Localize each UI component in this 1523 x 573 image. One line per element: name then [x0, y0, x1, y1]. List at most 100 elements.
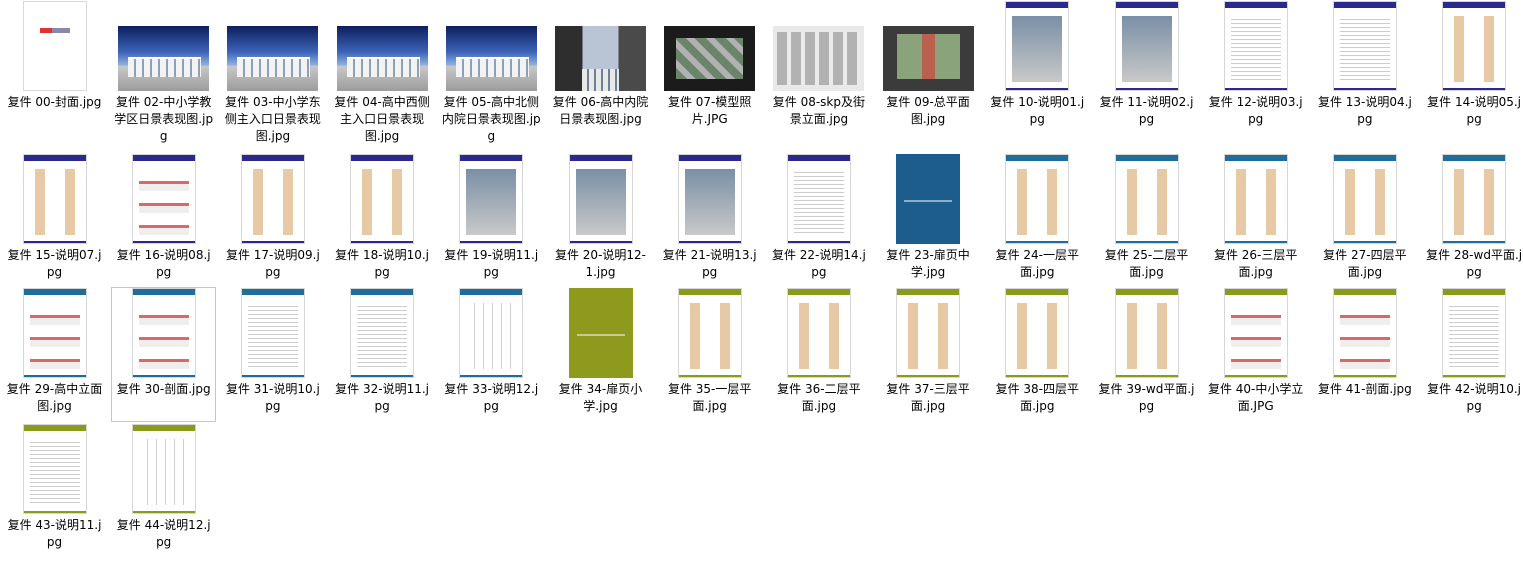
file-item[interactable]: 复件 31-说明10.jpg — [220, 287, 325, 422]
file-thumbnail — [440, 1, 543, 91]
file-thumbnail — [1204, 154, 1307, 244]
file-thumbnail — [440, 288, 543, 378]
thumbnail-image — [22, 288, 87, 378]
thumbnail-image — [555, 26, 646, 91]
file-item[interactable]: 复件 26-三层平面.jpg — [1203, 153, 1308, 288]
thumbnail-image — [568, 154, 633, 244]
thumbnail-image — [118, 26, 210, 91]
file-name-label: 复件 42-说明10.jpg — [1427, 382, 1522, 413]
file-item[interactable]: 复件 22-说明14.jpg — [766, 153, 871, 288]
file-item[interactable]: 复件 03-中小学东侧主入口日景表现图.jpg — [220, 0, 325, 143]
file-item[interactable]: 复件 09-总平面图.jpg — [876, 0, 981, 135]
file-item[interactable]: 复件 42-说明10.jpg — [1422, 287, 1523, 422]
file-item[interactable]: 复件 11-说明02.jpg — [1094, 0, 1199, 135]
file-item[interactable]: 复件 21-说明13.jpg — [657, 153, 762, 288]
file-item[interactable]: 复件 40-中小学立面.JPG — [1203, 287, 1308, 422]
thumbnail-image — [1442, 1, 1507, 91]
file-item[interactable]: 复件 06-高中内院日景表现图.jpg — [548, 0, 653, 135]
thumbnail-image — [773, 26, 865, 91]
file-item[interactable]: 复件 15-说明07.jpg — [2, 153, 107, 288]
file-item[interactable]: 复件 02-中小学教学区日景表现图.jpg — [111, 0, 216, 143]
file-name-label: 复件 25-二层平面.jpg — [1104, 248, 1189, 279]
thumbnail-image — [882, 26, 974, 91]
file-item[interactable]: 复件 08-skp及街景立面.jpg — [766, 0, 871, 135]
thumbnail-image — [896, 154, 961, 244]
file-thumbnail — [986, 154, 1089, 244]
file-name-label: 复件 43-说明11.jpg — [7, 518, 102, 549]
file-item[interactable]: 复件 05-高中北侧内院日景表现图.jpg — [439, 0, 544, 143]
file-name-label: 复件 30-剖面.jpg — [116, 382, 211, 396]
file-item[interactable]: 复件 34-扉页小学.jpg — [548, 287, 653, 422]
file-item[interactable]: 复件 38-四层平面.jpg — [985, 287, 1090, 422]
file-item[interactable]: 复件 10-说明01.jpg — [985, 0, 1090, 135]
file-thumbnail — [3, 288, 106, 378]
file-thumbnail — [221, 1, 324, 91]
file-item[interactable]: 复件 00-封面.jpg — [2, 0, 107, 135]
file-item[interactable]: 复件 16-说明08.jpg — [111, 153, 216, 288]
file-thumbnail — [3, 1, 106, 91]
thumbnail-image — [1223, 154, 1288, 244]
file-item[interactable]: 复件 35-一层平面.jpg — [657, 287, 762, 422]
file-name-label: 复件 18-说明10.jpg — [335, 248, 430, 279]
file-name-label: 复件 29-高中立面图.jpg — [6, 382, 103, 413]
file-name-label: 复件 03-中小学东侧主入口日景表现图.jpg — [224, 95, 321, 143]
thumbnail-image — [22, 1, 87, 91]
file-item[interactable]: 复件 29-高中立面图.jpg — [2, 287, 107, 422]
file-item[interactable]: 复件 37-三层平面.jpg — [876, 287, 981, 422]
file-item[interactable]: 复件 41-剖面.jpg — [1312, 287, 1417, 422]
file-name-label: 复件 23-扉页中学.jpg — [886, 248, 970, 279]
file-thumbnail — [331, 1, 434, 91]
thumbnail-image — [677, 154, 742, 244]
file-item[interactable]: 复件 32-说明11.jpg — [330, 287, 435, 422]
file-item[interactable]: 复件 25-二层平面.jpg — [1094, 153, 1199, 288]
thumbnail-image — [1114, 154, 1179, 244]
thumbnail-image — [1223, 288, 1288, 378]
file-item[interactable]: 复件 43-说明11.jpg — [2, 423, 107, 558]
file-item[interactable]: 复件 44-说明12.jpg — [111, 423, 216, 558]
thumbnail-image — [459, 154, 524, 244]
file-thumbnail — [767, 154, 870, 244]
file-item[interactable]: 复件 33-说明12.jpg — [439, 287, 544, 422]
file-name-label: 复件 16-说明08.jpg — [116, 248, 211, 279]
file-item[interactable]: 复件 39-wd平面.jpg — [1094, 287, 1199, 422]
file-name-label: 复件 27-四层平面.jpg — [1323, 248, 1407, 279]
file-name-label: 复件 38-四层平面.jpg — [995, 382, 1079, 413]
thumbnail-image — [1442, 154, 1507, 244]
file-thumbnail — [1423, 1, 1523, 91]
file-item[interactable]: 复件 30-剖面.jpg — [111, 287, 217, 422]
thumbnail-image — [786, 154, 851, 244]
thumbnail-image — [445, 26, 537, 91]
file-item[interactable]: 复件 14-说明05.jpg — [1422, 0, 1523, 135]
thumbnail-image — [1005, 288, 1070, 378]
file-item[interactable]: 复件 04-高中西侧主入口日景表现图.jpg — [330, 0, 435, 143]
file-name-label: 复件 09-总平面图.jpg — [886, 95, 970, 126]
file-thumbnail — [221, 288, 324, 378]
file-item[interactable]: 复件 28-wd平面.jpg — [1422, 153, 1523, 288]
file-name-label: 复件 02-中小学教学区日景表现图.jpg — [114, 95, 214, 143]
file-item[interactable]: 复件 20-说明12-1.jpg — [548, 153, 653, 288]
file-item[interactable]: 复件 07-模型照片.JPG — [657, 0, 762, 135]
file-item[interactable]: 复件 19-说明11.jpg — [439, 153, 544, 288]
file-item[interactable]: 复件 23-扉页中学.jpg — [876, 153, 981, 288]
file-item[interactable]: 复件 36-二层平面.jpg — [766, 287, 871, 422]
file-item[interactable]: 复件 24-一层平面.jpg — [985, 153, 1090, 288]
thumbnail-image — [1442, 288, 1507, 378]
file-item[interactable]: 复件 18-说明10.jpg — [330, 153, 435, 288]
file-item[interactable]: 复件 27-四层平面.jpg — [1312, 153, 1417, 288]
file-item[interactable]: 复件 13-说明04.jpg — [1312, 0, 1417, 135]
thumbnail-image — [240, 154, 305, 244]
thumbnail-image — [22, 424, 87, 514]
file-name-label: 复件 04-高中西侧主入口日景表现图.jpg — [334, 95, 430, 143]
thumbnail-image — [350, 154, 415, 244]
thumbnail-image — [227, 26, 319, 91]
file-item[interactable]: 复件 17-说明09.jpg — [220, 153, 325, 288]
file-name-label: 复件 06-高中内院日景表现图.jpg — [552, 95, 649, 126]
file-thumbnail — [331, 288, 434, 378]
thumbnail-image — [459, 288, 524, 378]
thumbnail-image — [1332, 154, 1397, 244]
thumbnail-image — [131, 288, 196, 378]
file-thumbnail — [767, 288, 870, 378]
file-thumbnail — [3, 154, 106, 244]
thumbnail-image — [336, 26, 428, 91]
file-item[interactable]: 复件 12-说明03.jpg — [1203, 0, 1308, 135]
